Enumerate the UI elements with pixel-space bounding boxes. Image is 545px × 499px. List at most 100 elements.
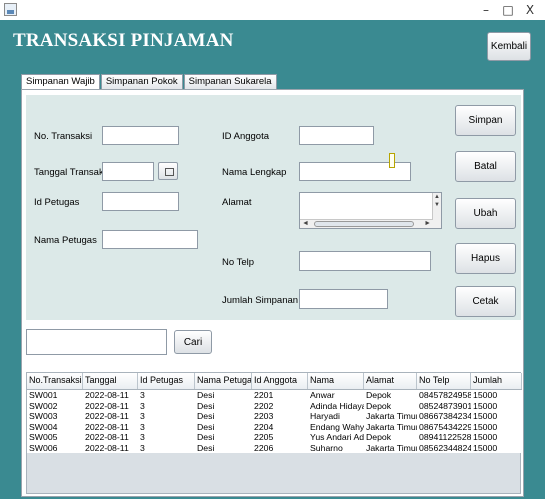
form-panel: No. Transaksi Tanggal Transaksi Id Petug… [26,95,449,320]
alamat-vertical-scrollbar[interactable]: ▲ ▼ [432,193,441,228]
table-cell: 3 [140,442,145,453]
column-header[interactable]: Jumlah [471,373,522,389]
label-id-anggota: ID Anggota [222,131,270,142]
transactions-table: No.Transaksi Tanggal Id Petugas Nama Pet… [26,372,522,494]
table-cell: SW004 [29,421,58,432]
table-cell: Depok [366,400,392,411]
table-row[interactable]: SW004 2022-08-11 3 Desi 2204 Endang Wahy… [27,421,522,432]
table-cell: Desi [197,390,215,400]
table-cell: Jakarta Timur [366,442,417,453]
tab-simpanan-wajib[interactable]: Simpanan Wajib [21,74,100,90]
tab-simpanan-sukarela[interactable]: Simpanan Sukarela [183,74,277,89]
nama-lengkap-input[interactable] [299,153,411,181]
table-cell: 3 [140,400,145,411]
table-cell: Adinda Hidaya... [310,400,364,411]
table-cell: 3 [140,432,145,442]
label-nama-lengkap: Nama Lengkap [222,167,287,178]
minimize-button[interactable]: – [476,2,496,18]
table-cell: Anwar [310,390,335,400]
column-header[interactable]: No.Transaksi [27,373,83,389]
table-cell: Suharno [310,442,343,453]
no-telp-input[interactable] [299,251,431,271]
table-row[interactable]: SW001 2022-08-11 3 Desi 2201 Anwar Depok… [27,390,522,401]
column-header[interactable]: Nama Petugas [195,373,252,389]
table-cell: Depok [366,390,392,400]
table-cell: 2203 [254,411,274,421]
table-cell: SW005 [29,432,58,442]
table-cell: SW001 [29,390,58,400]
column-header[interactable]: Id Anggota [252,373,308,389]
back-button[interactable]: Kembali [487,32,531,61]
alamat-horizontal-scrollbar[interactable]: ◄ ► [300,219,433,228]
table-cell: Desi [197,432,215,442]
table-cell: 15000 [473,411,498,421]
table-cell: SW002 [29,400,58,411]
column-header[interactable]: Alamat [364,373,417,389]
label-nama-petugas: Nama Petugas [34,235,97,246]
table-cell: Desi [197,400,215,411]
table-cell: Haryadi [310,411,340,421]
page-title: TRANSAKSI PINJAMAN [13,30,234,51]
tab-simpanan-pokok[interactable]: Simpanan Pokok [100,74,183,89]
table-body: SW001 2022-08-11 3 Desi 2201 Anwar Depok… [27,390,522,453]
column-header[interactable]: Nama [308,373,364,389]
close-button[interactable]: X [520,2,540,18]
column-header[interactable]: Id Petugas [138,373,195,389]
table-cell: 2205 [254,432,274,442]
table-cell: SW006 [29,442,58,453]
scroll-left-icon[interactable]: ◄ [302,220,309,227]
table-cell: 15000 [473,390,498,400]
table-cell: 086754342296 [419,421,471,432]
label-no-transaksi: No. Transaksi [34,131,93,142]
print-button[interactable]: Cetak [455,286,516,317]
table-cell: 2022-08-11 [85,432,129,442]
table-header: No.Transaksi Tanggal Id Petugas Nama Pet… [27,373,522,390]
column-header[interactable]: No Telp [417,373,471,389]
alamat-textarea[interactable]: ▲ ▼ ◄ ► [299,192,442,229]
table-cell: 2022-08-11 [85,442,129,453]
table-row[interactable]: SW002 2022-08-11 3 Desi 2202 Adinda Hida… [27,400,522,411]
table-cell: Jakarta Timur [366,421,417,432]
delete-button[interactable]: Hapus [455,243,516,274]
edit-button[interactable]: Ubah [455,198,516,229]
jumlah-simpanan-input[interactable] [299,289,388,309]
scroll-right-icon[interactable]: ► [424,220,431,227]
search-button[interactable]: Cari [174,330,212,354]
table-cell: 085248739012 [419,400,471,411]
id-petugas-input[interactable] [102,192,179,211]
calendar-icon[interactable] [158,162,178,180]
table-cell: 2204 [254,421,274,432]
tab-bar: Simpanan Wajib Simpanan Pokok Simpanan S… [21,74,278,90]
cancel-button[interactable]: Batal [455,151,516,182]
table-row[interactable]: SW005 2022-08-11 3 Desi 2205 Yus Andari … [27,432,522,443]
nama-petugas-input[interactable] [102,230,198,249]
table-row[interactable]: SW006 2022-08-11 3 Desi 2206 Suharno Jak… [27,442,522,453]
search-input[interactable] [26,329,167,355]
table-cell: 3 [140,390,145,400]
table-cell: Yus Andari Ad... [310,432,364,442]
table-cell: 2202 [254,400,274,411]
table-row[interactable]: SW003 2022-08-11 3 Desi 2203 Haryadi Jak… [27,411,522,422]
table-cell: SW003 [29,411,58,421]
save-button[interactable]: Simpan [455,105,516,136]
table-cell: 084578249582 [419,390,471,400]
table-cell: Endang Wahy... [310,421,364,432]
id-anggota-input[interactable] [299,126,374,145]
column-header[interactable]: Tanggal [83,373,138,389]
tanggal-transaksi-input[interactable] [102,162,154,181]
text-cursor-marker [389,153,395,168]
scroll-thumb[interactable] [314,221,414,227]
table-cell: 15000 [473,432,498,442]
label-alamat: Alamat [222,197,252,208]
table-cell: 2022-08-11 [85,421,129,432]
table-cell: Desi [197,421,215,432]
table-cell: 2022-08-11 [85,411,129,421]
window-titlebar: – □ X [0,0,545,20]
label-tanggal-transaksi: Tanggal Transaksi [34,167,111,178]
maximize-button[interactable]: □ [498,2,518,18]
table-cell: 086673842341 [419,411,471,421]
no-transaksi-input[interactable] [102,126,179,145]
table-cell: 3 [140,411,145,421]
tab-content-panel: No. Transaksi Tanggal Transaksi Id Petug… [21,89,524,497]
table-cell: 15000 [473,400,498,411]
